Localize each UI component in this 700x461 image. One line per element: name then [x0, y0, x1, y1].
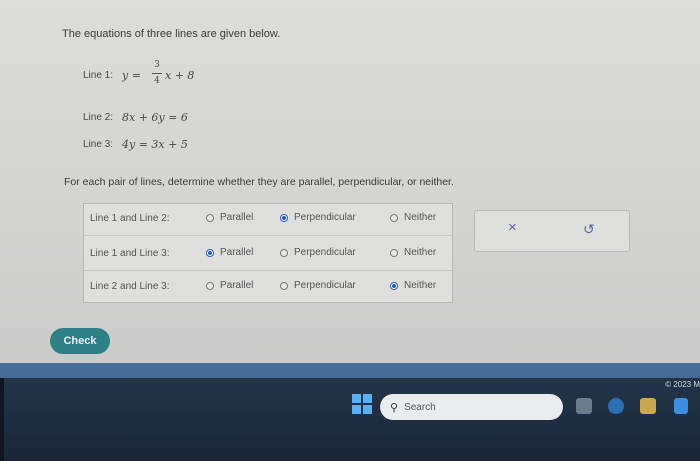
line1-frac-num: 3	[154, 60, 160, 70]
question-text: The equations of three lines are given b…	[62, 28, 281, 40]
pair-row-1-3: Line 1 and Line 3: Parallel Perpendicula…	[84, 239, 452, 269]
row1-parallel-option[interactable]: Parallel	[206, 212, 253, 223]
row2-parallel-option[interactable]: Parallel	[206, 247, 253, 258]
clear-x-icon[interactable]: ×	[508, 219, 517, 236]
line1-lhs: y =	[122, 69, 141, 82]
check-button[interactable]: Check	[50, 328, 110, 354]
line1-label: Line 1:	[83, 70, 114, 81]
footer-strip	[0, 363, 700, 378]
radio-icon[interactable]	[280, 281, 288, 290]
radio-icon[interactable]	[206, 213, 214, 222]
search-placeholder: Search	[404, 401, 436, 413]
taskbar-edge	[0, 378, 4, 461]
line3-label: Line 3:	[83, 139, 114, 150]
calendar-app-icon[interactable]	[640, 398, 656, 414]
radio-selected-icon[interactable]	[390, 281, 398, 290]
mail-app-icon[interactable]	[674, 398, 688, 414]
row3-neither-option[interactable]: Neither	[390, 280, 436, 291]
line1-frac-bar	[152, 73, 162, 74]
instruction-text: For each pair of lines, determine whethe…	[64, 176, 454, 188]
copyright-text: © 2023 M	[665, 380, 700, 389]
pair-label: Line 1 and Line 3:	[90, 248, 170, 259]
option-label: Perpendicular	[294, 247, 356, 258]
row3-perpendicular-option[interactable]: Perpendicular	[280, 280, 356, 291]
row3-parallel-option[interactable]: Parallel	[206, 280, 253, 291]
windows-start-icon[interactable]	[352, 394, 372, 414]
option-label: Neither	[404, 247, 437, 258]
line1-frac-den: 4	[154, 76, 160, 86]
row-divider	[84, 235, 452, 236]
pair-row-2-3: Line 2 and Line 3: Parallel Perpendicula…	[84, 272, 452, 302]
option-label: Perpendicular	[294, 212, 356, 223]
taskbar	[0, 378, 700, 461]
row1-perpendicular-option[interactable]: Perpendicular	[280, 212, 356, 223]
file-explorer-icon[interactable]	[576, 398, 592, 414]
option-label: Parallel	[220, 280, 254, 291]
answer-table: Line 1 and Line 2: Parallel Perpendicula…	[83, 203, 453, 303]
radio-icon[interactable]	[390, 248, 398, 257]
pair-row-1-2: Line 1 and Line 2: Parallel Perpendicula…	[84, 204, 452, 234]
option-label: Neither	[404, 212, 437, 223]
action-panel: × ↺	[474, 210, 630, 252]
radio-icon[interactable]	[280, 248, 288, 257]
radio-icon[interactable]	[206, 281, 214, 290]
radio-selected-icon[interactable]	[280, 213, 288, 222]
content-area: The equations of three lines are given b…	[0, 0, 700, 378]
row-divider	[84, 270, 452, 271]
row1-neither-option[interactable]: Neither	[390, 212, 436, 223]
browser-icon[interactable]	[608, 398, 624, 414]
row2-neither-option[interactable]: Neither	[390, 247, 436, 258]
line1-rhs: x + 8	[165, 69, 195, 82]
radio-selected-icon[interactable]	[206, 248, 214, 257]
option-label: Perpendicular	[294, 280, 356, 291]
row2-perpendicular-option[interactable]: Perpendicular	[280, 247, 356, 258]
pair-label: Line 1 and Line 2:	[90, 213, 170, 224]
pair-label: Line 2 and Line 3:	[90, 281, 170, 292]
search-icon: ⚲	[390, 401, 399, 414]
radio-icon[interactable]	[390, 213, 398, 222]
line2-label: Line 2:	[83, 112, 114, 123]
undo-icon[interactable]: ↺	[583, 221, 595, 238]
line2-equation: 8x + 6y = 6	[122, 111, 188, 124]
option-label: Neither	[404, 280, 437, 291]
option-label: Parallel	[220, 212, 254, 223]
taskbar-search-input[interactable]: ⚲ Search	[380, 394, 563, 420]
line3-equation: 4y = 3x + 5	[122, 138, 188, 151]
option-label: Parallel	[220, 247, 254, 258]
